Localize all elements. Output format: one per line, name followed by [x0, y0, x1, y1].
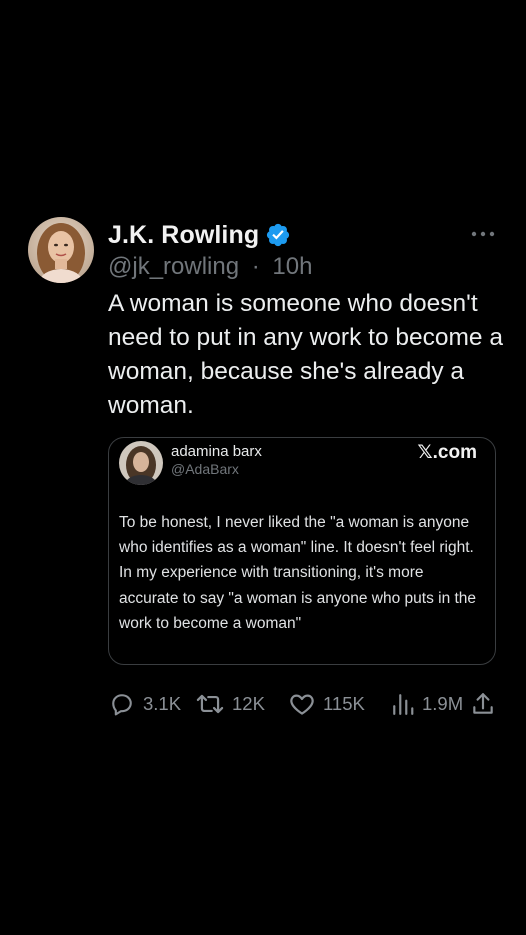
views-chart-icon: [393, 694, 414, 715]
quoted-author-handle: @AdaBarx: [171, 461, 239, 477]
views-count: 1.9M: [422, 693, 464, 714]
like-button[interactable]: 115K: [288, 688, 365, 720]
views-button[interactable]: 1.9M: [391, 688, 463, 720]
retweet-count: 12K: [232, 693, 265, 714]
more-icon[interactable]: [470, 226, 496, 242]
quoted-author-avatar: [119, 441, 163, 485]
meta-separator: ·: [251, 253, 260, 280]
quoted-tweet-card[interactable]: adamina barx @AdaBarx 𝕏.com To be honest…: [108, 437, 496, 665]
author-handle[interactable]: @jk_rowling: [108, 253, 239, 280]
like-count: 115K: [323, 693, 365, 714]
tweet[interactable]: J.K. Rowling @jk_rowling · 10h A woman i…: [0, 0, 526, 935]
reply-icon: [112, 694, 132, 716]
reply-button[interactable]: 3.1K: [108, 688, 181, 720]
share-icon: [473, 693, 493, 714]
retweet-button[interactable]: 12K: [195, 688, 265, 720]
retweet-icon: [196, 694, 224, 714]
author-name-row: J.K. Rowling: [108, 218, 291, 252]
share-button[interactable]: [470, 688, 496, 720]
verified-badge-icon: [267, 223, 290, 247]
tweet-actions: 3.1K 12K 115K 1.9M: [108, 688, 500, 720]
author-handle-row: @jk_rowling · 10h: [108, 253, 312, 281]
heart-icon: [290, 694, 314, 715]
quoted-site-label: 𝕏.com: [417, 442, 477, 463]
tweet-time[interactable]: 10h: [272, 253, 312, 280]
author-display-name[interactable]: J.K. Rowling: [108, 221, 259, 250]
quoted-author-name: adamina barx: [171, 443, 262, 460]
tweet-text: A woman is someone who doesn't need to p…: [108, 290, 503, 419]
quoted-tweet-text: To be honest, I never liked the "a woman…: [119, 514, 477, 632]
author-avatar[interactable]: [28, 217, 94, 283]
reply-count: 3.1K: [143, 693, 182, 714]
